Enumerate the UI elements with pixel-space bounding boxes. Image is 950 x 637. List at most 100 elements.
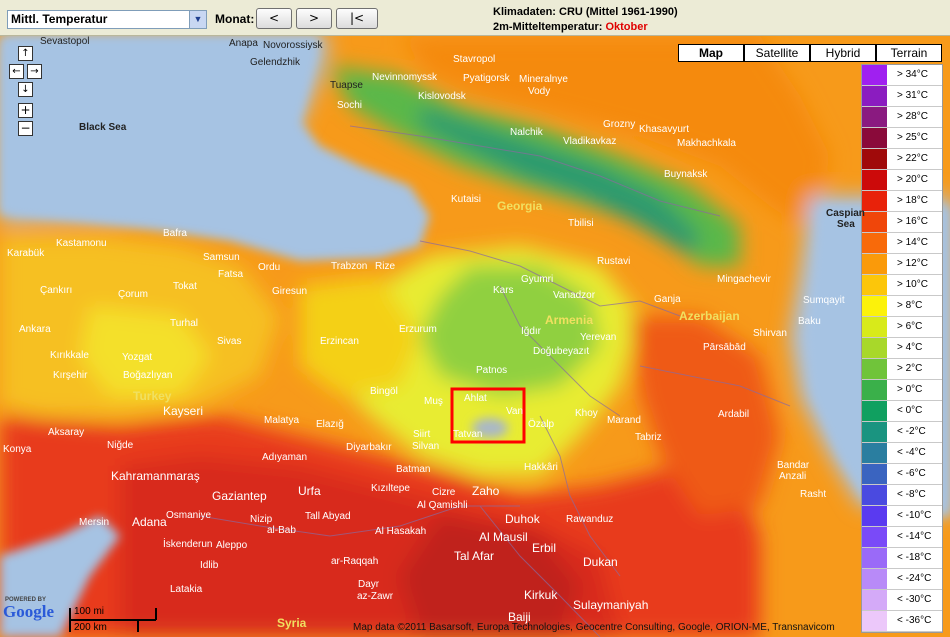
legend-swatch [862, 548, 887, 568]
place-label: Buynaksk [664, 169, 708, 180]
first-month-button[interactable]: |< [336, 8, 378, 29]
legend-swatch [862, 128, 887, 148]
legend-swatch [862, 464, 887, 484]
legend-label: > 8°C [897, 300, 923, 311]
legend-label: > 2°C [897, 363, 923, 374]
place-label: Kırşehir [53, 370, 88, 381]
legend-swatch [862, 65, 887, 85]
legend-swatch [862, 380, 887, 400]
legend-label: < -14°C [897, 531, 932, 542]
pan-down-button[interactable]: ↓ [18, 82, 33, 97]
place-label: Yozgat [122, 352, 153, 363]
place-label: Duhok [505, 512, 540, 526]
place-label: Erzurum [399, 324, 437, 335]
place-label: Sevastopol [40, 36, 90, 47]
legend-label: < -18°C [897, 552, 932, 563]
legend-row: > 8°C [862, 296, 942, 317]
google-logo-text: Google [3, 602, 54, 621]
pan-up-button[interactable]: ↑ [18, 46, 33, 61]
place-label: Boğazlıyan [123, 370, 173, 381]
variable-value: Mittl. Temperatur [11, 12, 108, 26]
map-type-hybrid[interactable]: Hybrid [810, 44, 876, 62]
variable-select[interactable]: Mittl. Temperatur ▼ [7, 10, 207, 29]
legend-swatch [862, 401, 887, 421]
place-label: Batman [396, 464, 431, 475]
place-label: Makhachkala [677, 138, 736, 149]
place-label: Gyumri [521, 274, 554, 285]
next-month-button[interactable]: > [296, 8, 332, 29]
legend-row: > 18°C [862, 191, 942, 212]
legend-row: > 34°C [862, 65, 942, 86]
place-label: Pārsābād [703, 342, 746, 353]
map-type-satellite[interactable]: Satellite [744, 44, 810, 62]
place-label: Idlib [200, 560, 219, 571]
legend-swatch [862, 443, 887, 463]
legend-row: < -24°C [862, 569, 942, 590]
legend-row: < -14°C [862, 527, 942, 548]
legend-row: > 20°C [862, 170, 942, 191]
pan-right-button[interactable]: → [27, 64, 42, 79]
google-logo[interactable]: POWERED BY Google [3, 597, 54, 622]
legend-row: < -10°C [862, 506, 942, 527]
legend-row: > 14°C [862, 233, 942, 254]
legend-row: < -4°C [862, 443, 942, 464]
zoom-out-button[interactable]: − [18, 121, 33, 136]
place-label: Nizip [250, 514, 273, 525]
place-label: Erbil [532, 541, 557, 555]
legend-row: < -18°C [862, 548, 942, 569]
place-label: Gelendzhik [250, 57, 301, 68]
place-label: Tokat [173, 281, 197, 292]
legend-label: > 0°C [897, 384, 923, 395]
legend-row: > 28°C [862, 107, 942, 128]
legend-swatch [862, 107, 887, 127]
place-label: Mineralnye [519, 74, 568, 85]
place-label: Doğubeyazıt [533, 346, 590, 357]
place-label: Tal Afar [454, 549, 495, 563]
legend-row: < -8°C [862, 485, 942, 506]
place-label: Vody [528, 86, 551, 97]
legend-row: < -36°C [862, 611, 942, 632]
temperature-map [0, 36, 950, 637]
place-label: Silvan [412, 441, 440, 452]
map-type-map[interactable]: Map [678, 44, 744, 62]
place-label: Novorossiysk [263, 40, 323, 51]
place-label: ar-Raqqah [331, 556, 379, 567]
map-view[interactable]: ↑ ← → ↓ + − Map Satellite Hybrid Terrain… [0, 36, 950, 637]
legend-label: > 6°C [897, 321, 923, 332]
legend-row: < -6°C [862, 464, 942, 485]
place-label: Khasavyurt [639, 124, 690, 135]
place-label: Dayr [358, 579, 380, 590]
legend-row: > 25°C [862, 128, 942, 149]
legend-row: > 16°C [862, 212, 942, 233]
legend-swatch [862, 212, 887, 232]
legend-label: < -10°C [897, 510, 932, 521]
legend-label: < -30°C [897, 594, 932, 605]
place-label: Syria [277, 616, 307, 630]
toolbar: Mittl. Temperatur ▼ Monat: < > |< Klimada… [0, 0, 950, 36]
place-label: Armenia [545, 313, 594, 327]
place-label: Yerevan [580, 332, 617, 343]
place-label: Kızıltepe [371, 483, 410, 494]
place-label: Sivas [217, 336, 242, 347]
legend-row: > 0°C [862, 380, 942, 401]
legend-swatch [862, 527, 887, 547]
zoom-in-button[interactable]: + [18, 103, 33, 118]
place-label: Siirt [413, 429, 431, 440]
chevron-down-icon[interactable]: ▼ [189, 11, 206, 28]
place-label: Trabzon [331, 261, 368, 272]
place-label: Azerbaijan [679, 309, 740, 323]
scale-km: 200 km [74, 622, 107, 633]
place-label: Muş [424, 396, 443, 407]
place-label: Kirkuk [524, 588, 558, 602]
pan-left-button[interactable]: ← [9, 64, 24, 79]
map-type-terrain[interactable]: Terrain [876, 44, 942, 62]
place-label: Sulaymaniyah [573, 598, 649, 612]
legend-label: < -4°C [897, 447, 926, 458]
prev-month-button[interactable]: < [256, 8, 292, 29]
place-label: Kayseri [163, 404, 204, 418]
legend-row: < 0°C [862, 401, 942, 422]
legend-swatch [862, 590, 887, 610]
scale-bar: 100 mi 200 km [68, 606, 158, 634]
legend-swatch [862, 254, 887, 274]
legend-swatch [862, 611, 887, 631]
